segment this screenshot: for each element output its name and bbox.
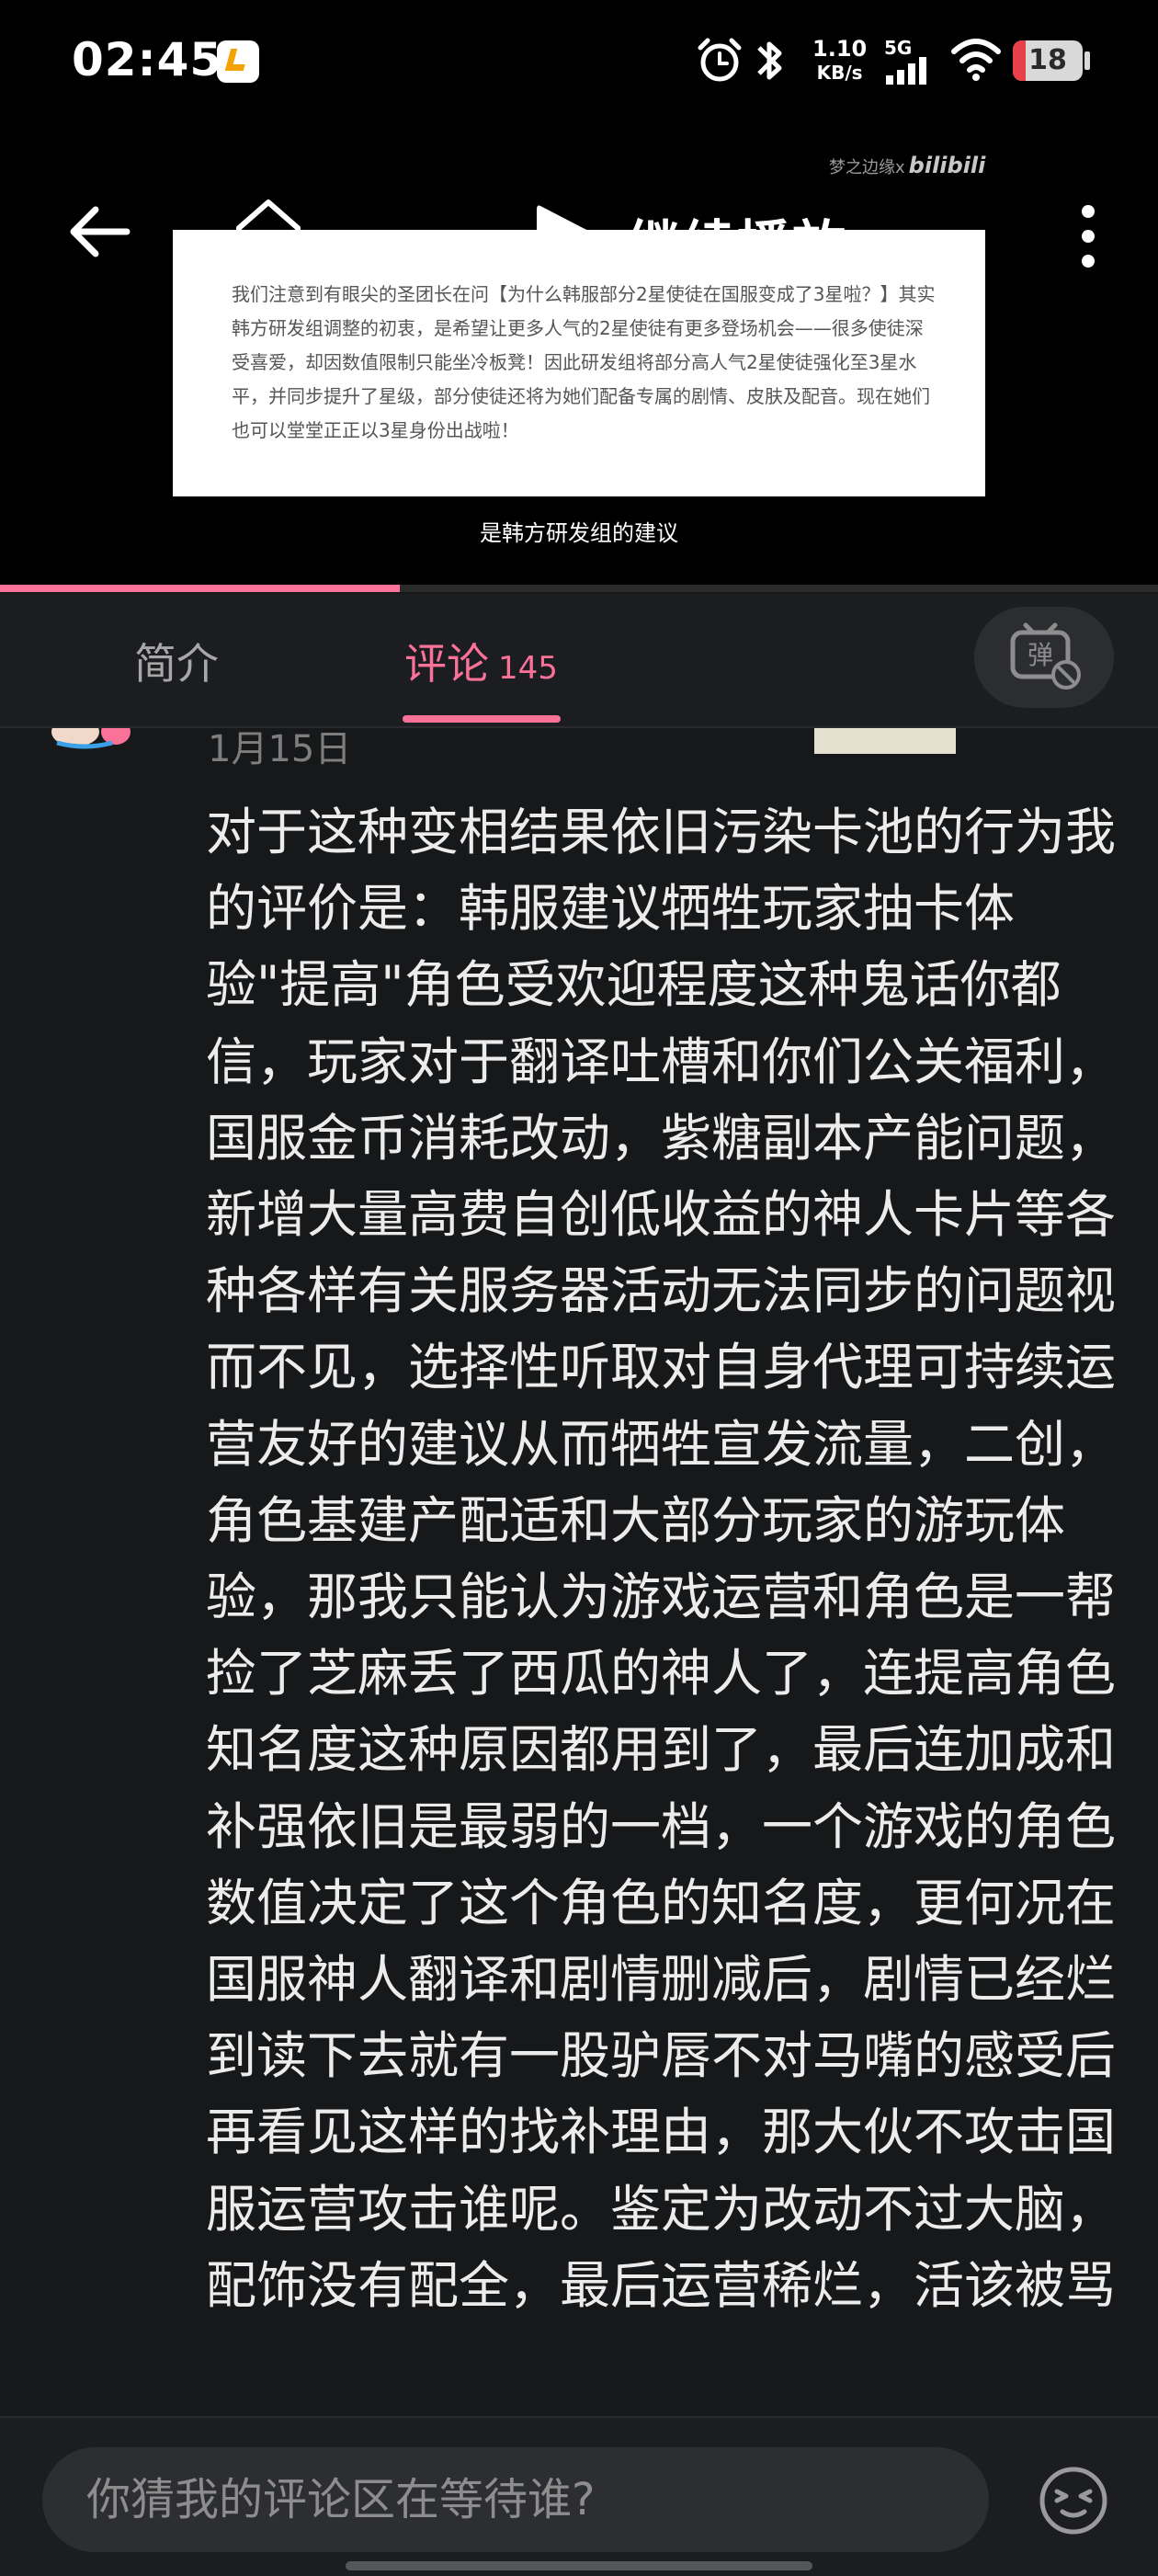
play-icon[interactable] [531, 200, 599, 274]
emoji-icon[interactable] [1037, 2464, 1110, 2537]
collapse-link[interactable]: 收起 [206, 2403, 307, 2416]
danmaku-off-icon: 弹 [1010, 622, 1081, 690]
alarm-icon [698, 38, 742, 82]
comment-input-bar [0, 2416, 1158, 2576]
wifi-icon [951, 39, 1001, 81]
tab-intro[interactable]: 简介 [134, 631, 219, 691]
video-watermark: 梦之边缘x bilibili [829, 153, 985, 178]
home-indicator [346, 2561, 812, 2570]
comment-image-thumbnail[interactable] [814, 728, 956, 754]
battery-icon: 18 [1013, 40, 1083, 81]
comments-count: 145 [498, 650, 558, 687]
user-avatar-badge[interactable] [48, 728, 149, 750]
clock: 02:45 [72, 33, 223, 86]
comment-date: 1月15日 [208, 728, 352, 770]
video-progress-bar[interactable] [0, 585, 1158, 592]
status-bar: 02:45 1.10 KB/s 5G 18 [0, 0, 1158, 129]
network-speed-unit: KB/s [816, 62, 863, 84]
tab-comments-label: 评论 [404, 639, 489, 689]
comment-text: 对于这种变相结果依旧污染卡池的行为我的评价是：韩服建议牺牲玩家抽卡体验"提高"角… [206, 803, 1117, 2315]
video-player[interactable]: 梦之边缘x bilibili 我们注意到有眼尖的圣团长在问【为什么韩服部分2星使徒… [0, 129, 1158, 592]
battery-percent: 18 [1028, 44, 1067, 76]
watermark-text: 梦之边缘x [829, 158, 905, 177]
home-icon[interactable] [232, 197, 305, 267]
more-options-icon[interactable] [1070, 204, 1107, 268]
video-progress-fill [0, 585, 400, 592]
video-subtitle: 是韩方研发组的建议 [480, 520, 678, 546]
danmaku-glyph: 弹 [1027, 640, 1053, 670]
tab-comments[interactable]: 评论 145 [404, 631, 558, 691]
bilibili-logo: bilibili [908, 153, 986, 178]
network-speed-value: 1.10 [812, 36, 868, 62]
comment-input[interactable] [42, 2447, 989, 2552]
slide-text: 我们注意到有眼尖的圣团长在问【为什么韩服部分2星使徒在国服变成了3星啦？】其实韩… [232, 283, 936, 441]
bluetooth-icon [757, 41, 782, 80]
network-type: 5G [884, 37, 913, 59]
continue-play-button[interactable]: 继续播放 [627, 202, 847, 279]
network-speed: 1.10 KB/s [812, 37, 867, 85]
app-notification-icon [217, 40, 259, 83]
back-arrow-icon[interactable] [68, 204, 132, 259]
battery-nub [1084, 51, 1090, 70]
comment-item: 1月15日 对于这种变相结果依旧污染卡池的行为我的评价是：韩服建议牺牲玩家抽卡体… [0, 728, 1158, 2416]
signal-icon [886, 57, 926, 85]
active-tab-indicator [403, 715, 561, 723]
danmaku-toggle-button[interactable]: 弹 [974, 607, 1114, 708]
